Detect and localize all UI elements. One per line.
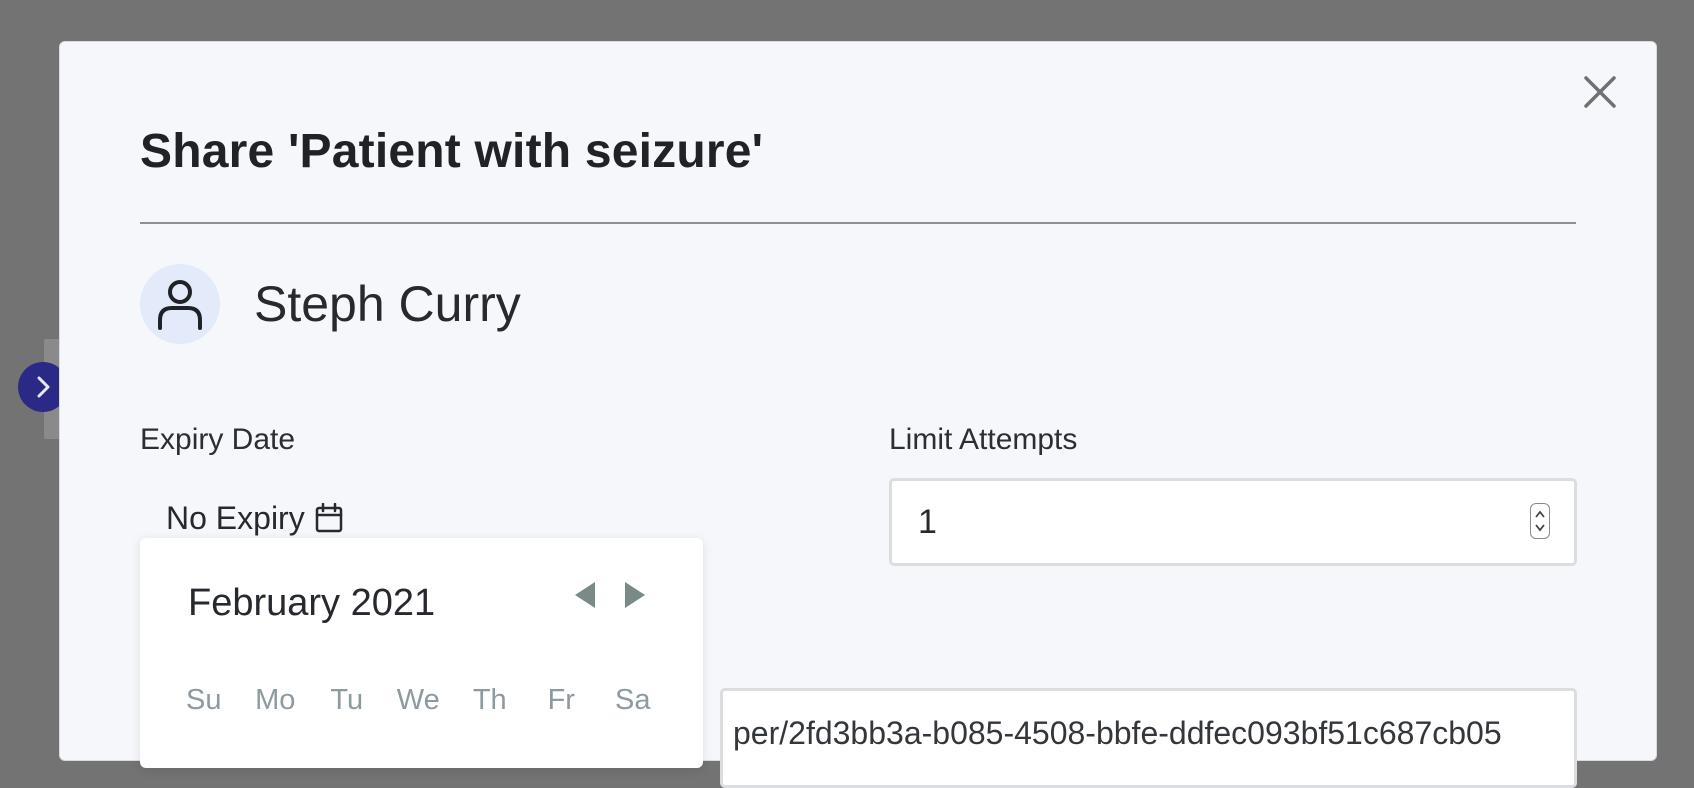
date-picker-popup: February 2021 Su Mo Tu We Th Fr Sa [140,538,703,768]
user-name: Steph Curry [254,276,521,332]
limit-attempts-input[interactable]: 1 [889,478,1577,566]
close-button[interactable] [1580,72,1620,112]
weekday-label: Tu [330,684,364,716]
close-icon [1584,76,1616,108]
user-icon [158,280,202,330]
weekday-label: Su [186,684,222,716]
triangle-left-icon [575,582,595,608]
calendar-next-button[interactable] [623,580,647,615]
expiry-date-label: Expiry Date [140,423,296,456]
weekday-label: Th [472,684,507,716]
triangle-right-icon [625,582,645,608]
number-stepper[interactable] [1530,503,1550,539]
weekday-label: Mo [255,684,296,716]
weekday-label: Sa [615,684,651,716]
weekday-label: Fr [547,684,575,716]
dialog-title: Share 'Patient with seizure' [140,125,764,178]
calendar-weekday-header: Su Mo Tu We Th Fr Sa [168,684,669,717]
stepper-arrows-icon [1535,510,1545,532]
shared-user-row: Steph Curry [140,264,521,344]
weekday-label: We [396,684,440,716]
calendar-prev-button[interactable] [573,580,597,615]
calendar-month-title: February 2021 [188,582,436,624]
share-link-field[interactable]: per/2fd3bb3a-b085-4508-bbfe-ddfec093bf51… [720,688,1577,788]
user-avatar [140,264,220,344]
limit-attempts-value: 1 [918,502,937,541]
title-divider [140,222,1576,224]
calendar-icon [315,503,343,533]
expiry-date-value: No Expiry [166,499,305,536]
limit-attempts-label: Limit Attempts [889,423,1078,456]
chevron-right-icon [37,376,50,398]
